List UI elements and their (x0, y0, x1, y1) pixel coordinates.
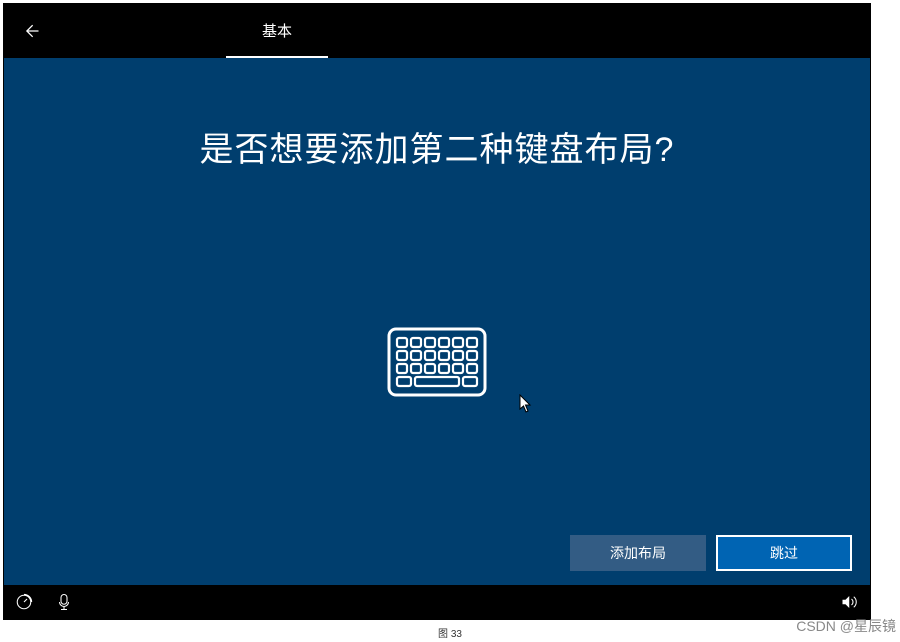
volume-button[interactable] (830, 585, 870, 619)
back-arrow-icon (21, 21, 41, 41)
add-layout-button[interactable]: 添加布局 (570, 535, 706, 571)
volume-icon (840, 593, 860, 611)
ime-icon (56, 593, 72, 611)
tab-label: 基本 (262, 20, 292, 41)
skip-button[interactable]: 跳过 (716, 535, 852, 571)
oobe-screen: 基本 是否想要添加第二种键盘布局? (3, 3, 871, 620)
figure-caption: 图 33 (438, 625, 462, 640)
ime-button[interactable] (44, 585, 84, 619)
ease-of-access-button[interactable] (4, 585, 44, 619)
tab-basic[interactable]: 基本 (226, 4, 328, 58)
tab-bar: 基本 (226, 4, 328, 58)
bottom-bar (4, 585, 870, 619)
button-label: 添加布局 (610, 543, 666, 563)
back-button[interactable] (4, 4, 58, 58)
top-bar: 基本 (4, 4, 870, 58)
page-title: 是否想要添加第二种键盘布局? (200, 122, 675, 171)
content-area: 是否想要添加第二种键盘布局? (4, 58, 870, 537)
watermark-text: CSDN @星辰镜 (796, 616, 896, 636)
ease-of-access-icon (15, 593, 33, 611)
button-row: 添加布局 跳过 (570, 535, 852, 571)
button-label: 跳过 (770, 543, 798, 563)
keyboard-icon (387, 327, 487, 397)
